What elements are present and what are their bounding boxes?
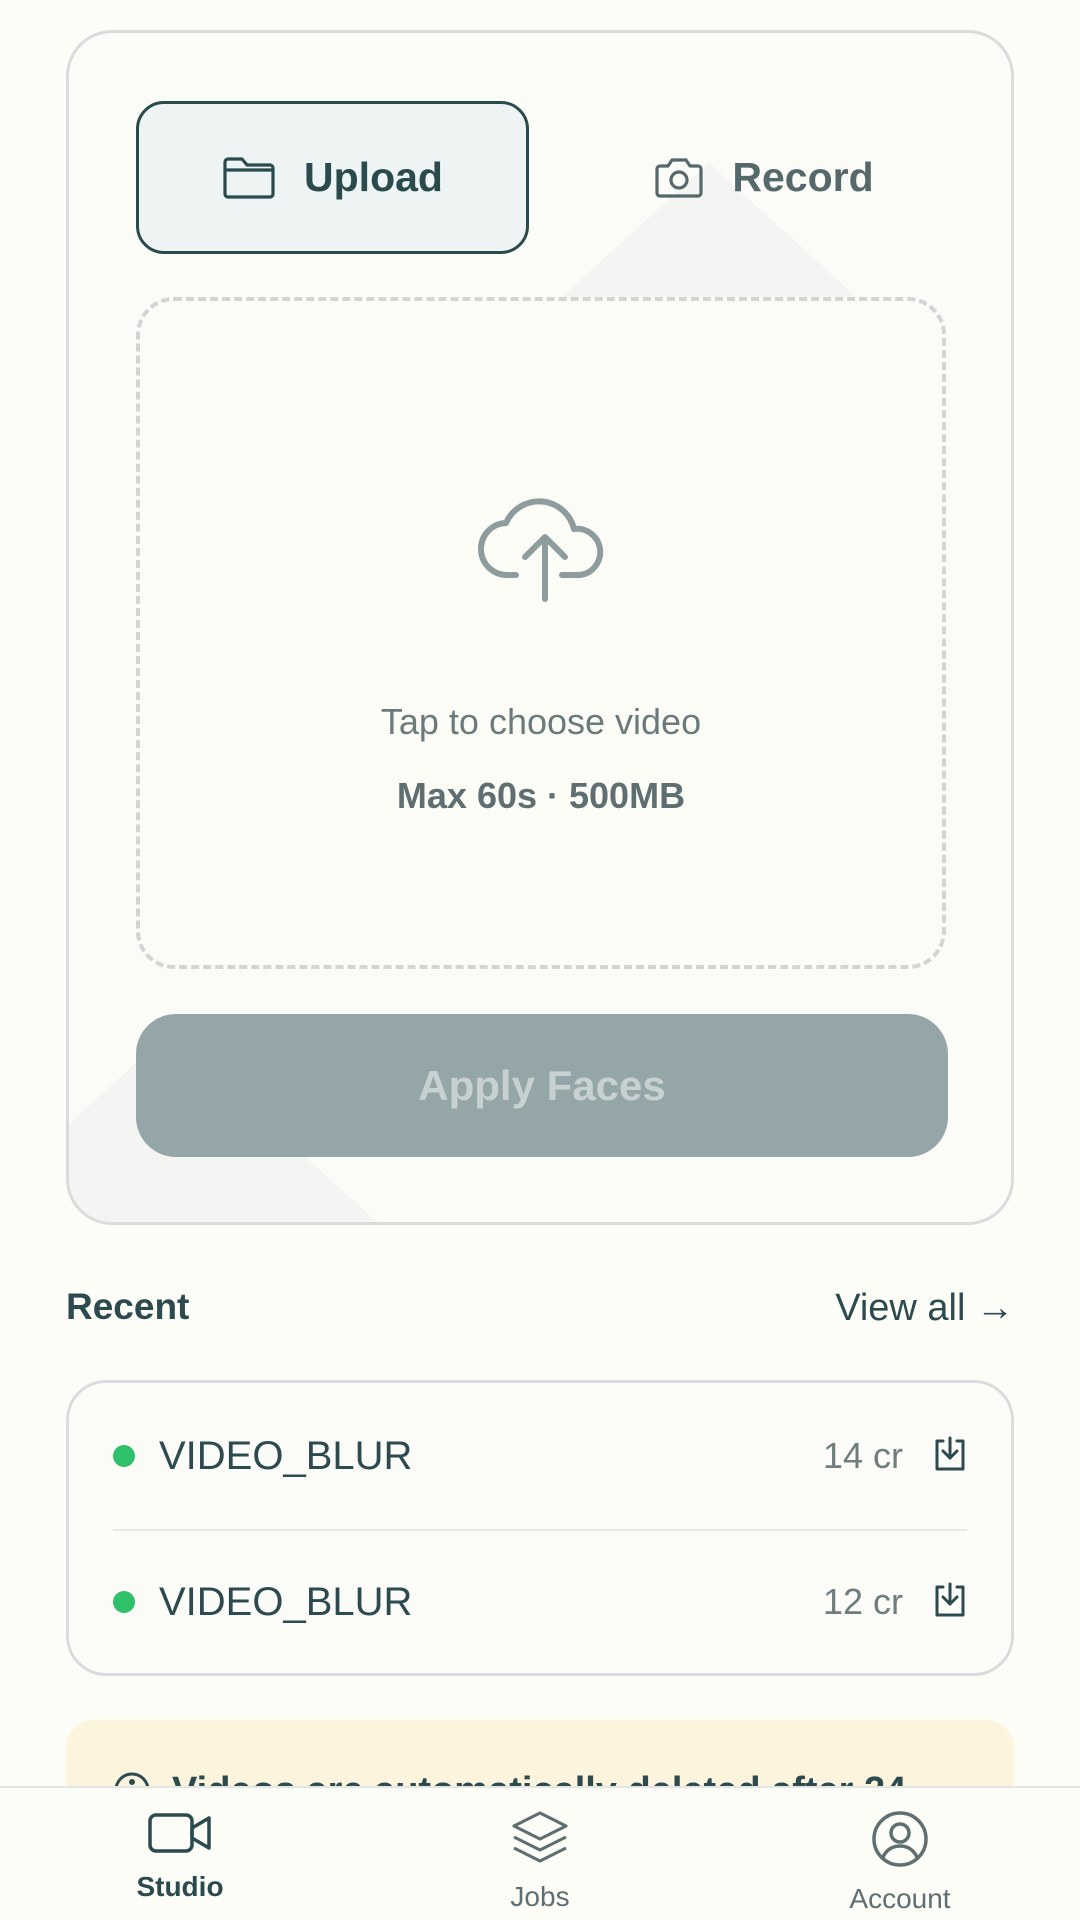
nav-label: Account	[849, 1883, 951, 1914]
apply-faces-button[interactable]: Apply Faces	[136, 1014, 948, 1157]
user-circle-icon	[871, 1788, 929, 1873]
folder-icon	[222, 156, 276, 200]
dropzone-limits: Max 60s · 500MB	[396, 775, 686, 816]
job-name: VIDEO_BLUR	[159, 1433, 413, 1478]
video-camera-icon	[147, 1788, 213, 1861]
dropzone-prompt: Tap to choose video	[380, 701, 702, 742]
download-icon[interactable]	[933, 1435, 967, 1478]
upload-tab-label: Upload	[304, 154, 443, 200]
camera-icon	[654, 157, 704, 199]
nav-jobs[interactable]: Jobs	[440, 1788, 640, 1920]
nav-account[interactable]: Account	[800, 1788, 1000, 1920]
job-credits: 14 cr	[822, 1435, 903, 1476]
list-item[interactable]: VIDEO_BLUR 12 cr	[69, 1529, 1011, 1673]
nav-label: Studio	[136, 1871, 224, 1902]
video-dropzone[interactable]: Tap to choose video Max 60s · 500MB	[136, 297, 946, 969]
bottom-nav: Studio Jobs Account	[0, 1786, 1080, 1920]
cloud-upload-icon	[478, 491, 612, 608]
recent-list: VIDEO_BLUR 14 cr VIDEO_BLUR 12 cr	[66, 1380, 1014, 1676]
studio-screen: Upload Record Tap to choose video Max 60…	[0, 0, 1080, 1920]
record-tab[interactable]: Record	[569, 101, 959, 254]
status-dot	[113, 1445, 135, 1467]
recent-heading: Recent	[66, 1286, 190, 1327]
nav-studio[interactable]: Studio	[80, 1788, 280, 1920]
view-all-link[interactable]: View all →	[835, 1287, 1014, 1330]
record-tab-label: Record	[732, 154, 874, 200]
job-credits: 12 cr	[822, 1581, 903, 1622]
upload-tab[interactable]: Upload	[136, 101, 529, 254]
nav-label: Jobs	[510, 1881, 570, 1912]
layers-icon	[510, 1788, 570, 1871]
list-item[interactable]: VIDEO_BLUR 14 cr	[69, 1383, 1011, 1529]
download-icon[interactable]	[933, 1581, 967, 1624]
upload-card: Upload Record Tap to choose video Max 60…	[66, 30, 1014, 1225]
status-dot	[113, 1591, 135, 1613]
job-name: VIDEO_BLUR	[159, 1579, 413, 1624]
